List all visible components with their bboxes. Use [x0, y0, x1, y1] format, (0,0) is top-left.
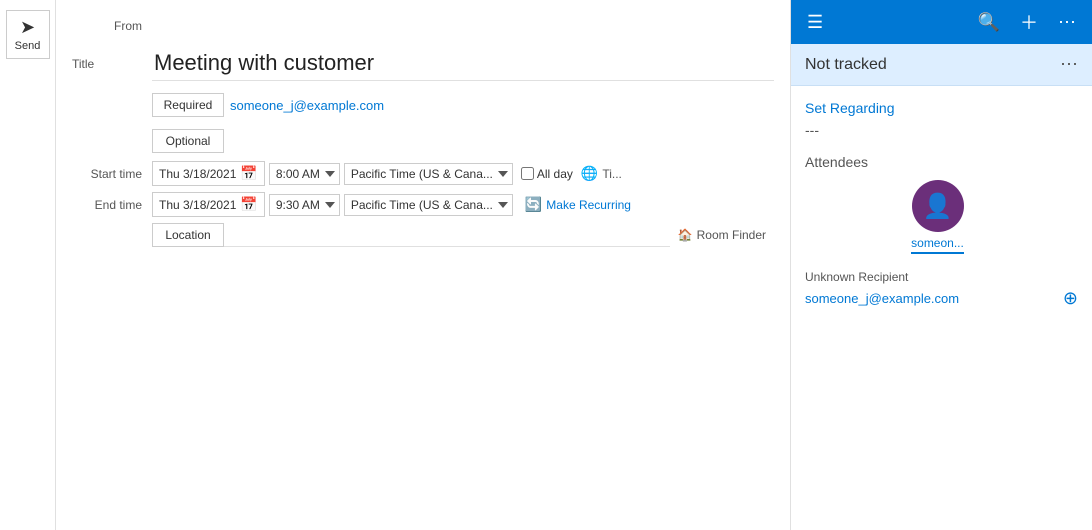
teams-icon: 🌐 — [581, 165, 598, 182]
title-spacer: Title — [72, 56, 152, 71]
unknown-recipient-label: Unknown Recipient — [805, 270, 1078, 284]
more-options-icon[interactable]: ⋯ — [1054, 8, 1080, 37]
end-date-text: Thu 3/18/2021 — [159, 198, 236, 212]
search-icon[interactable]: 🔍 — [974, 8, 1004, 37]
right-toolbar: ☰ 🔍 ＋ ⋯ — [791, 0, 1092, 44]
unknown-recipient-section: Unknown Recipient someone_j@example.com … — [805, 270, 1078, 309]
add-recipient-button[interactable]: ⊕ — [1063, 288, 1078, 309]
send-button[interactable]: ➤ Send — [6, 10, 50, 59]
add-icon-toolbar[interactable]: ＋ — [1016, 5, 1042, 39]
not-tracked-bar: Not tracked ⋯ — [791, 44, 1092, 86]
attendees-label: Attendees — [805, 154, 1078, 170]
avatar: 👤 — [912, 180, 964, 232]
toolbar-left: ☰ — [803, 8, 827, 37]
all-day-checkbox[interactable] — [521, 167, 534, 180]
end-date-input[interactable]: Thu 3/18/2021 📅 — [152, 192, 265, 217]
recipient-email-row: someone_j@example.com ⊕ — [805, 288, 1078, 309]
start-time-select[interactable]: 8:00 AM — [269, 163, 340, 185]
optional-button[interactable]: Optional — [152, 129, 224, 153]
from-row: From — [72, 10, 774, 42]
start-time-row: Start time Thu 3/18/2021 📅 8:00 AM Pacif… — [72, 161, 774, 186]
avatar-icon: 👤 — [923, 192, 953, 221]
hamburger-icon[interactable]: ☰ — [803, 8, 827, 37]
regarding-dashes: --- — [805, 122, 1078, 138]
attendee-item: 👤 someon... — [805, 180, 1070, 254]
compose-area: From Title Required Optional Start time … — [56, 0, 790, 530]
end-time-select[interactable]: 9:30 AM — [269, 194, 340, 216]
optional-row: Optional — [72, 125, 774, 157]
room-finder-button[interactable]: 🏠 Room Finder — [670, 226, 774, 244]
start-date-input[interactable]: Thu 3/18/2021 📅 — [152, 161, 265, 186]
attendee-name[interactable]: someon... — [911, 236, 964, 254]
not-tracked-text: Not tracked — [805, 56, 887, 74]
make-recurring-button[interactable]: 🔄 Make Recurring — [521, 194, 635, 215]
room-finder-icon: 🏠 — [678, 228, 693, 242]
right-panel: ☰ 🔍 ＋ ⋯ Not tracked ⋯ Set Regarding --- … — [790, 0, 1092, 530]
room-finder-label: Room Finder — [697, 228, 766, 242]
all-day-label: All day — [537, 167, 573, 181]
location-row: Location 🏠 Room Finder — [72, 223, 774, 247]
optional-input[interactable] — [228, 130, 774, 153]
start-tz-select[interactable]: Pacific Time (US & Cana... — [344, 163, 513, 185]
start-time-label: Start time — [72, 167, 152, 181]
send-label: Send — [15, 40, 41, 52]
title-row: Title — [72, 46, 774, 81]
location-button[interactable]: Location — [152, 223, 224, 247]
title-input[interactable] — [152, 46, 774, 81]
required-button[interactable]: Required — [152, 93, 224, 117]
from-label: From — [72, 19, 152, 33]
end-tz-select[interactable]: Pacific Time (US & Cana... — [344, 194, 513, 216]
all-day-wrap: All day — [521, 167, 573, 181]
required-row: Required — [72, 89, 774, 121]
title-label: Title — [72, 57, 104, 71]
recurring-icon: 🔄 — [525, 196, 542, 213]
send-panel: ➤ Send — [0, 0, 56, 530]
required-input[interactable] — [228, 94, 774, 117]
recurring-label: Make Recurring — [546, 198, 631, 212]
teams-label: Ti... — [602, 167, 622, 181]
end-time-label: End time — [72, 198, 152, 212]
start-calendar-icon[interactable]: 📅 — [240, 165, 257, 182]
right-content: Set Regarding --- Attendees 👤 someon... … — [791, 86, 1092, 530]
recipient-email: someone_j@example.com — [805, 291, 959, 306]
end-time-row: End time Thu 3/18/2021 📅 9:30 AM Pacific… — [72, 192, 774, 217]
end-calendar-icon[interactable]: 📅 — [240, 196, 257, 213]
location-input[interactable] — [224, 223, 670, 247]
set-regarding-label[interactable]: Set Regarding — [805, 100, 1078, 116]
not-tracked-more-button[interactable]: ⋯ — [1060, 54, 1078, 75]
send-icon: ➤ — [20, 17, 35, 38]
start-date-text: Thu 3/18/2021 — [159, 167, 236, 181]
